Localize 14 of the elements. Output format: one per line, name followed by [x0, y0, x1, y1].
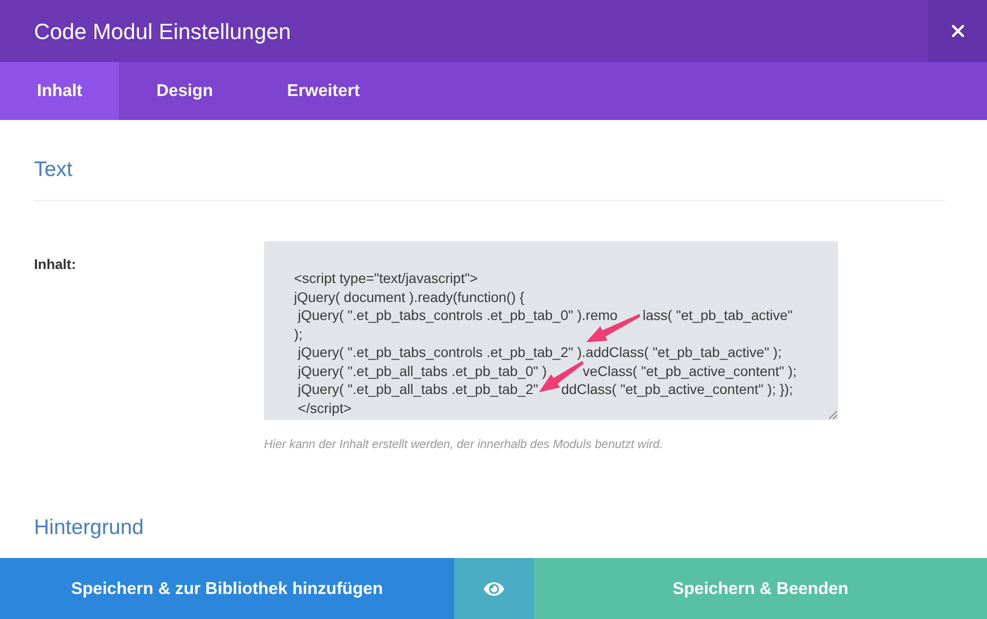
code-input-field[interactable]: <script type="text/javascript"> jQuery( document ).ready(function() { jQuery( ".et_pb_tabs_controls .et_pb_tab_0" ).remo lass( "et_pb_tab_active" ); jQuery( ".et_pb_tabs_controls .et_pb_tab_2" ).addClass( "et_pb_tab_active" ); jQuery( ".et_pb_all_tabs .et_pb_tab_0" ) veClass( "et_pb_active_content" ); jQuery( ".et_pb_all_tabs .et_pb_tab_2" ddClass( "et_pb_active_content" ); }); </script>	[264, 241, 838, 420]
preview-button[interactable]	[454, 558, 534, 619]
section-heading: Text	[34, 157, 74, 183]
section-heading: Hintergrund	[34, 515, 145, 541]
field-label: Inhalt:	[34, 256, 76, 272]
eye-icon	[482, 580, 506, 598]
save-to-library-button[interactable]: Speichern & zur Bibliothek hinzufügen	[0, 558, 454, 619]
tab[interactable]: Inhalt	[0, 62, 120, 120]
close-icon	[952, 25, 964, 37]
tab[interactable]: Erweitert	[250, 62, 397, 120]
dialog-title: Code Modul Einstellungen	[33, 18, 292, 46]
tab[interactable]: Design	[119, 62, 250, 120]
resize-handle-icon[interactable]	[829, 411, 837, 419]
help-text: Hier kann der Inhalt erstellt werden, der innerhalb des Moduls benutzt wird.	[264, 436, 664, 452]
